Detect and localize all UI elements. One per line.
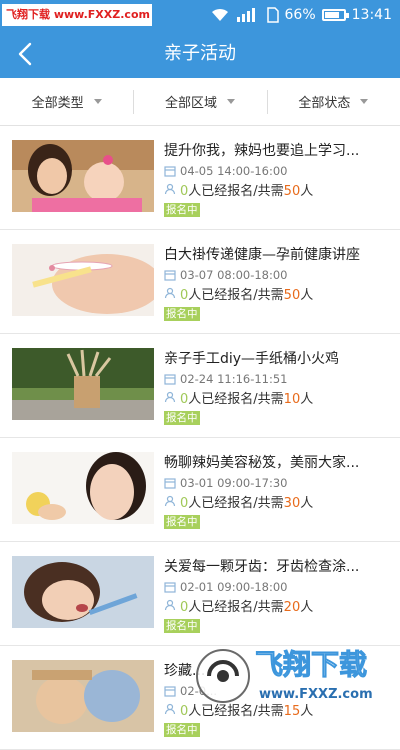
calendar-icon [164, 686, 176, 697]
activity-time: 02-01 09:00-18:00 [180, 580, 288, 594]
watermark-label: 飞翔下载 www.FXXZ.com [2, 4, 152, 26]
activity-item[interactable]: 亲子手工diy—手纸桶小火鸡 02-24 11:16-11:51 0人已经报名/… [0, 334, 400, 438]
activity-title: 白大褂传递健康—孕前健康讲座 [164, 247, 360, 263]
calendar-icon [164, 582, 176, 593]
activity-thumbnail [12, 140, 154, 212]
filter-label: 全部类型 [31, 96, 84, 111]
activity-thumbnail [12, 452, 154, 524]
activity-thumbnail [12, 556, 154, 628]
battery-percent: 66% [284, 7, 316, 23]
wifi-icon [211, 8, 228, 21]
calendar-icon [164, 374, 176, 385]
status-badge: 报名中 [164, 723, 200, 737]
caret-down-icon [227, 99, 235, 104]
enroll-unit: 人 [300, 391, 314, 407]
activity-item[interactable]: 畅聊辣妈美容秘笈，美丽大家... 03-01 09:00-17:30 0人已经报… [0, 438, 400, 542]
calendar-icon [164, 166, 176, 177]
person-icon [164, 391, 176, 403]
total-count: 10 [283, 391, 301, 407]
activity-info: 提升你我，辣妈也要追上学习... 04-05 14:00-16:00 0人已经报… [164, 140, 388, 217]
calendar-icon [164, 270, 176, 281]
activity-time-row: 02-01 09:00-18:00 [164, 578, 388, 596]
calendar-icon [164, 478, 176, 489]
activity-time-row: 03-07 08:00-18:00 [164, 266, 388, 284]
enroll-text: 人已经报名/共需 [188, 495, 284, 511]
activity-enroll-row: 0人已经报名/共需30人 [164, 492, 388, 511]
total-count: 30 [283, 495, 301, 511]
enroll-unit: 人 [300, 495, 314, 511]
activity-time: 02-24 11:16-11:51 [180, 372, 288, 386]
enroll-unit: 人 [300, 599, 314, 615]
status-bar: 飞翔下载 www.FXXZ.com 66% 13:41 [0, 0, 400, 30]
sim-icon [266, 7, 279, 23]
status-badge: 报名中 [164, 515, 200, 529]
watermark-logo: 飞翔下载 www.FXXZ.com [196, 648, 395, 703]
caret-down-icon [360, 99, 369, 104]
activity-info: 白大褂传递健康—孕前健康讲座 03-07 08:00-18:00 0人已经报名/… [164, 244, 388, 321]
activity-item[interactable]: 提升你我，辣妈也要追上学习... 04-05 14:00-16:00 0人已经报… [0, 126, 400, 230]
activity-time: 03-07 08:00-18:00 [180, 268, 288, 282]
activity-enroll-row: 0人已经报名/共需50人 [164, 284, 388, 303]
filter-bar: 全部类型 全部区域 全部状态 [0, 78, 400, 126]
filter-type-dropdown[interactable]: 全部类型 [0, 78, 133, 125]
status-badge: 报名中 [164, 307, 200, 321]
activity-item[interactable]: 白大褂传递健康—孕前健康讲座 03-07 08:00-18:00 0人已经报名/… [0, 230, 400, 334]
activity-enroll-row: 0人已经报名/共需20人 [164, 596, 388, 615]
person-icon [164, 495, 176, 507]
svg-text:飞翔下载: 飞翔下载 [255, 648, 367, 681]
title-bar: 亲子活动 [0, 30, 400, 78]
caret-down-icon [93, 99, 102, 104]
enroll-text: 人已经报名/共需 [188, 599, 284, 615]
total-count: 50 [283, 183, 301, 199]
enroll-unit: 人 [300, 287, 314, 303]
total-count: 50 [283, 287, 301, 303]
activity-title: 亲子手工diy—手纸桶小火鸡 [164, 351, 340, 367]
filter-status-dropdown[interactable]: 全部状态 [266, 78, 400, 125]
activity-time-row: 04-05 14:00-16:00 [164, 162, 388, 180]
signal-icon [236, 8, 255, 22]
filter-label: 全部区域 [164, 96, 217, 111]
total-count: 20 [283, 599, 301, 615]
enroll-text: 人已经报名/共需 [188, 183, 284, 199]
activity-thumbnail [12, 660, 154, 732]
activity-info: 亲子手工diy—手纸桶小火鸡 02-24 11:16-11:51 0人已经报名/… [164, 348, 388, 425]
enroll-unit: 人 [300, 183, 314, 199]
status-badge: 报名中 [164, 411, 200, 425]
filter-region-dropdown[interactable]: 全部区域 [133, 78, 266, 125]
activity-title: 关爱每一颗牙齿：牙齿检查涂... [164, 559, 360, 575]
activity-time: 04-05 14:00-16:00 [180, 164, 288, 178]
activity-time-row: 02-24 11:16-11:51 [164, 370, 388, 388]
activity-thumbnail [12, 244, 154, 316]
battery-icon [321, 9, 349, 21]
activity-enroll-row: 0人已经报名/共需10人 [164, 388, 388, 407]
activity-item[interactable]: 关爱每一颗牙齿：牙齿检查涂... 02-01 09:00-18:00 0人已经报… [0, 542, 400, 646]
enroll-text: 人已经报名/共需 [188, 287, 284, 303]
page-title: 亲子活动 [164, 43, 236, 64]
activity-enroll-row: 0人已经报名/共需50人 [164, 180, 388, 199]
status-badge: 报名中 [164, 203, 200, 217]
activity-time-row: 03-01 09:00-17:30 [164, 474, 388, 492]
person-icon [164, 599, 176, 611]
status-icons: 66% 13:41 [211, 0, 392, 30]
activity-thumbnail [12, 348, 154, 420]
activity-info: 关爱每一颗牙齿：牙齿检查涂... 02-01 09:00-18:00 0人已经报… [164, 556, 388, 633]
enroll-text: 人已经报名/共需 [188, 391, 284, 407]
activity-info: 畅聊辣妈美容秘笈，美丽大家... 03-01 09:00-17:30 0人已经报… [164, 452, 388, 529]
filter-label: 全部状态 [298, 96, 351, 111]
activity-title: 畅聊辣妈美容秘笈，美丽大家... [164, 455, 360, 471]
activity-time: 03-01 09:00-17:30 [180, 476, 288, 490]
status-badge: 报名中 [164, 619, 200, 633]
clock: 13:41 [351, 7, 392, 23]
person-icon [164, 183, 176, 195]
svg-text:www.FXXZ.com: www.FXXZ.com [259, 687, 373, 702]
person-icon [164, 287, 176, 299]
activity-title: 提升你我，辣妈也要追上学习... [164, 143, 360, 159]
person-icon [164, 703, 176, 715]
